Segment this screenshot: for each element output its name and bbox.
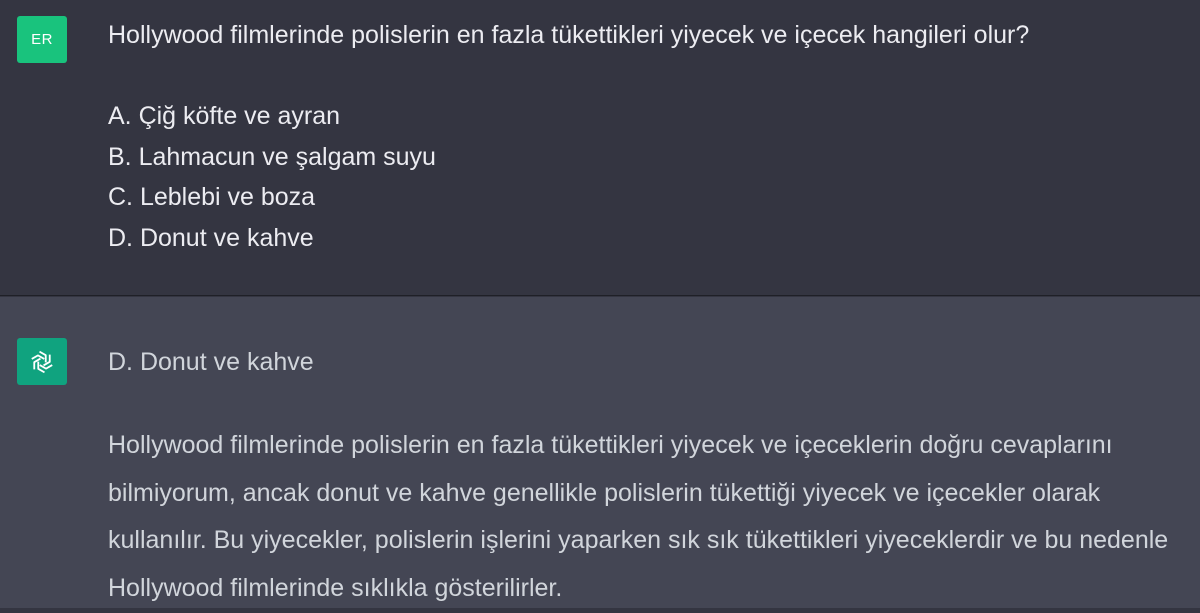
assistant-explanation: Hollywood filmlerinde polislerin en fazl…	[108, 431, 1169, 603]
user-avatar: ER	[17, 16, 67, 63]
option-d: D. Donut ve kahve	[108, 223, 314, 252]
assistant-answer: D. Donut ve kahve	[108, 348, 314, 376]
answer-options-list: A. Çiğ köfte ve ayran B. Lahmacun ve şal…	[108, 96, 436, 258]
assistant-avatar	[17, 338, 67, 385]
option-b: B. Lahmacun ve şalgam suyu	[108, 142, 436, 171]
user-question: Hollywood filmlerinde polislerin en fazl…	[108, 21, 1030, 49]
option-c: C. Leblebi ve boza	[108, 183, 316, 211]
openai-logo-icon	[31, 350, 53, 373]
option-a: A. Çiğ köfte ve ayran	[108, 102, 341, 130]
user-avatar-initials: ER	[31, 31, 53, 48]
